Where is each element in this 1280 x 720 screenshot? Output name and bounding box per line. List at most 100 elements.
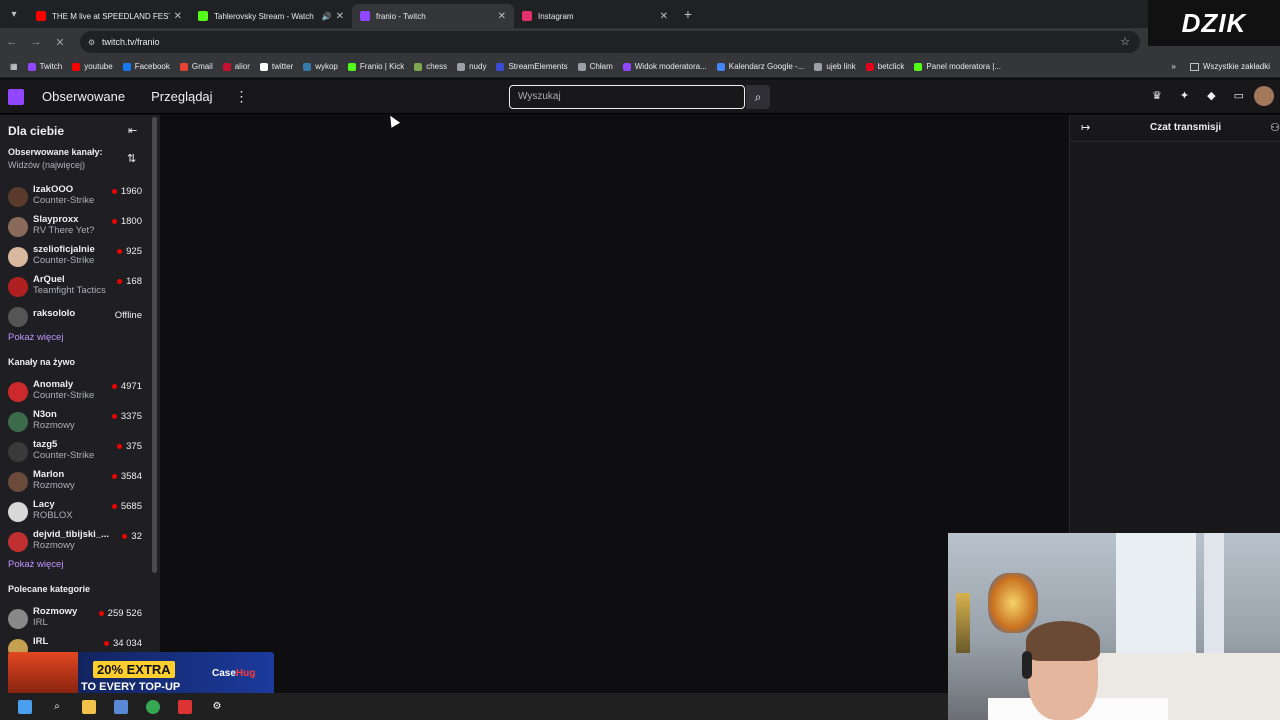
apps-icon[interactable]: ▦ <box>10 62 18 71</box>
live-channel[interactable]: tazg5 Counter-Strike 375 <box>8 439 148 467</box>
live-channel[interactable]: dejvid_tibijski_... Rozmowy 32 <box>8 529 148 557</box>
bookmark-item[interactable]: Twitch <box>27 62 63 71</box>
site-info-icon[interactable]: ⚙ <box>88 38 95 47</box>
app-icon[interactable] <box>114 699 128 714</box>
file-explorer-icon[interactable] <box>82 699 96 714</box>
twitch-top-nav: Obserwowane Przeglądaj ⋮ Wyszukaj ⌕ ♛ ✦ … <box>0 80 1280 114</box>
bookmark-label: Facebook <box>134 62 170 71</box>
chrome-icon[interactable] <box>146 699 160 714</box>
channel-name: N3on <box>33 409 57 420</box>
bookmark-item[interactable]: Facebook <box>122 62 170 71</box>
followed-channel[interactable]: szelioficjalnie Counter-Strike 925 <box>8 244 148 272</box>
tab-close-icon[interactable]: ✕ <box>174 11 182 22</box>
video-player-area[interactable] <box>160 115 1069 693</box>
category-item[interactable]: Rozmowy IRL 259 526 <box>8 606 148 634</box>
nav-browse[interactable]: Przeglądaj <box>151 89 212 104</box>
live-dot-icon <box>122 534 128 539</box>
all-bookmarks[interactable]: » Wszystkie zakładki <box>1171 62 1270 71</box>
bookmark-item[interactable]: youtube <box>72 62 113 71</box>
show-more-live[interactable]: Pokaż więcej <box>8 559 63 570</box>
bookmark-favicon-icon <box>496 62 505 71</box>
live-channel[interactable]: N3on Rozmowy 3375 <box>8 409 148 437</box>
drops-icon[interactable]: ✦ <box>1180 89 1189 102</box>
forward-icon[interactable]: → <box>24 36 48 48</box>
new-tab-button[interactable]: + <box>676 6 700 22</box>
bookmark-item[interactable]: betclick <box>865 62 904 71</box>
channel-avatar <box>8 532 28 552</box>
browser-tab[interactable]: Instagram ✕ <box>514 4 676 28</box>
browser-tab[interactable]: franio - Twitch ✕ <box>352 4 514 28</box>
taskbar-search-icon[interactable]: ⌕ <box>50 700 64 714</box>
bookmark-label: alior <box>234 62 250 71</box>
settings-icon[interactable]: ⚙ <box>210 700 224 714</box>
windows-start-icon[interactable] <box>18 699 32 714</box>
back-icon[interactable]: ← <box>0 36 24 48</box>
bookmark-item[interactable]: StreamElements <box>496 62 568 71</box>
nav-following[interactable]: Obserwowane <box>42 89 125 104</box>
more-bookmarks-icon[interactable]: » <box>1171 62 1175 71</box>
bookmark-item[interactable]: twitter <box>259 62 293 71</box>
notifications-icon[interactable]: ◆ <box>1207 89 1215 102</box>
app-red-icon[interactable] <box>178 699 192 714</box>
followed-channel[interactable]: raksololo Offline <box>8 304 148 332</box>
chat-users-icon[interactable]: ⚇ <box>1270 121 1280 134</box>
channel-viewers: 1800 <box>111 216 142 227</box>
tab-close-icon[interactable]: ✕ <box>660 11 668 22</box>
tab-title: franio - Twitch <box>376 11 426 21</box>
search-icon[interactable]: ⌕ <box>746 85 770 109</box>
bookmark-item[interactable]: Widok moderatora... <box>622 62 707 71</box>
live-channel[interactable]: Anomaly Counter-Strike 4971 <box>8 379 148 407</box>
show-more-followed[interactable]: Pokaż więcej <box>8 332 63 343</box>
bookmark-item[interactable]: Panel moderatora |... <box>914 62 1001 71</box>
bookmark-item[interactable]: ujeb link <box>814 62 856 71</box>
bookmark-label: Panel moderatora |... <box>926 62 1001 71</box>
bookmark-item[interactable]: Gmail <box>179 62 213 71</box>
sidebar-scrollbar[interactable] <box>152 117 157 573</box>
bookmark-item[interactable]: alior <box>222 62 250 71</box>
browser-tab[interactable]: THE M live at SPEEDLAND FEST ✕ <box>28 4 190 28</box>
bookmark-item[interactable]: Chłam <box>577 62 613 71</box>
bookmark-star-icon[interactable]: ☆ <box>1120 35 1130 48</box>
bookmark-item[interactable]: chess <box>414 62 447 71</box>
tab-search-icon[interactable]: ▾ <box>0 0 28 28</box>
collapse-sidebar-icon[interactable]: ⇤ <box>128 124 137 137</box>
tab-audio-icon[interactable]: 🔊 <box>322 12 332 21</box>
ad-brand-a: Case <box>212 668 236 679</box>
bookmark-favicon-icon <box>222 62 231 71</box>
whispers-icon[interactable]: ▭ <box>1234 89 1244 102</box>
bookmark-favicon-icon <box>303 62 312 71</box>
channel-avatar <box>8 412 28 432</box>
sidebar-title: Dla ciebie <box>8 124 65 138</box>
live-channel[interactable]: Marlon Rozmowy 3584 <box>8 469 148 497</box>
tab-close-icon[interactable]: ✕ <box>336 11 344 22</box>
live-channel[interactable]: Lacy ROBLOX 5685 <box>8 499 148 527</box>
bookmark-item[interactable]: Franio | Kick <box>347 62 404 71</box>
more-options-icon[interactable]: ⋮ <box>235 88 249 105</box>
bookmark-item[interactable]: wykop <box>303 62 338 71</box>
tab-close-icon[interactable]: ✕ <box>498 11 506 22</box>
categories-title: Polecane kategorie <box>8 584 91 594</box>
webcam-hair <box>1026 621 1100 661</box>
channel-avatar <box>8 217 28 237</box>
channel-viewers: 3584 <box>111 471 142 482</box>
followed-channel[interactable]: ArQuel Teamfight Tactics 168 <box>8 274 148 302</box>
sort-icon[interactable]: ⇅ <box>127 152 136 165</box>
followed-channel[interactable]: Slayproxx RV There Yet? 1800 <box>8 214 148 242</box>
prime-crown-icon[interactable]: ♛ <box>1152 89 1162 102</box>
browser-tab[interactable]: Tahlerovsky Stream - Watch 🔊 ✕ <box>190 4 352 28</box>
url-bar[interactable]: ⚙ twitch.tv/franio <box>80 31 1140 53</box>
twitch-logo-icon[interactable] <box>8 88 24 105</box>
channel-viewers: 375 <box>117 441 142 452</box>
bookmark-label: Twitch <box>39 62 63 71</box>
tab-favicon-icon <box>360 11 370 21</box>
bookmark-item[interactable]: Kalendarz Google -... <box>716 62 804 71</box>
webcam-window <box>1116 533 1196 653</box>
user-avatar[interactable] <box>1254 86 1274 106</box>
followed-channel[interactable]: IzakOOO Counter-Strike 1960 <box>8 184 148 212</box>
stop-loading-icon[interactable]: ✕ <box>48 36 72 49</box>
bookmark-favicon-icon <box>622 62 631 71</box>
bookmark-label: Chłam <box>589 62 613 71</box>
search-input[interactable]: Wyszukaj <box>509 85 745 109</box>
bookmark-item[interactable]: nudy <box>457 62 486 71</box>
collapse-chat-icon[interactable]: ↦ <box>1081 121 1090 134</box>
